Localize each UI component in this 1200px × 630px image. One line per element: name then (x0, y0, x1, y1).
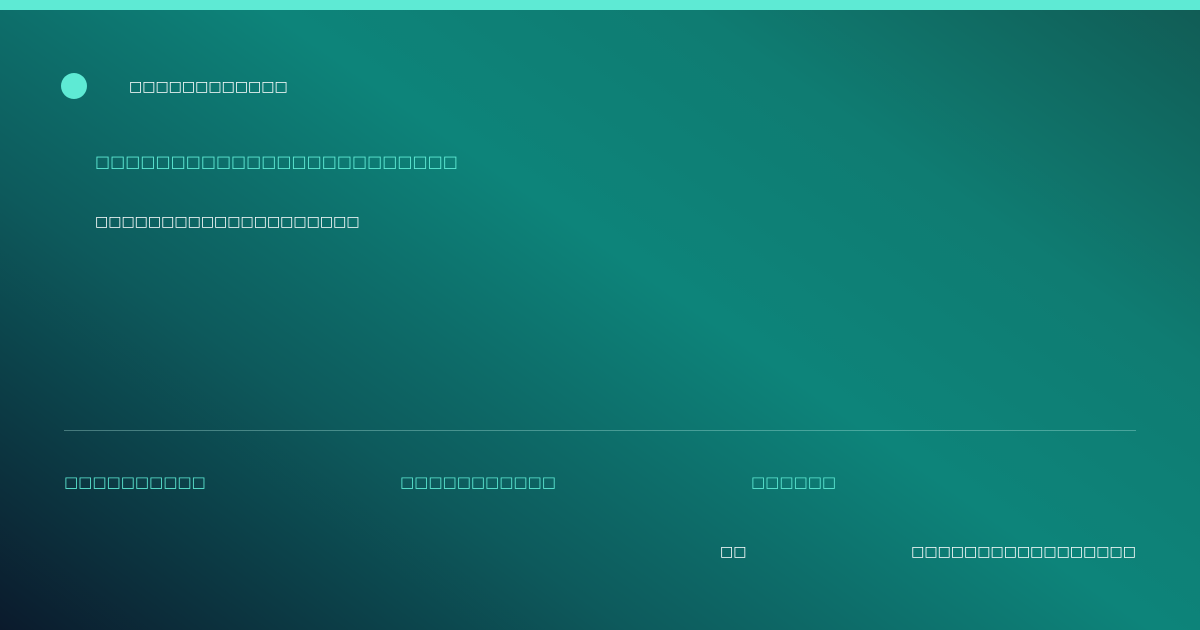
footer-long-text: □□□□□□□□□□□□□□□□□ (911, 544, 1136, 560)
brand-dot-icon (61, 73, 87, 99)
brand-name: □□□□□□□□□□□□ (129, 79, 288, 95)
meta-label-2: □□□□□□□□□□□ (400, 473, 556, 491)
headline: □□□□□□□□□□□□□□□□□□□□□□□□ (95, 152, 458, 171)
footer-short-text: □□ (720, 544, 747, 560)
meta-label-1: □□□□□□□□□□ (64, 473, 206, 491)
divider (64, 430, 1136, 431)
subheadline: □□□□□□□□□□□□□□□□□□□□ (95, 214, 360, 230)
meta-label-3: □□□□□□ (751, 473, 837, 491)
top-accent-strip (0, 0, 1200, 10)
